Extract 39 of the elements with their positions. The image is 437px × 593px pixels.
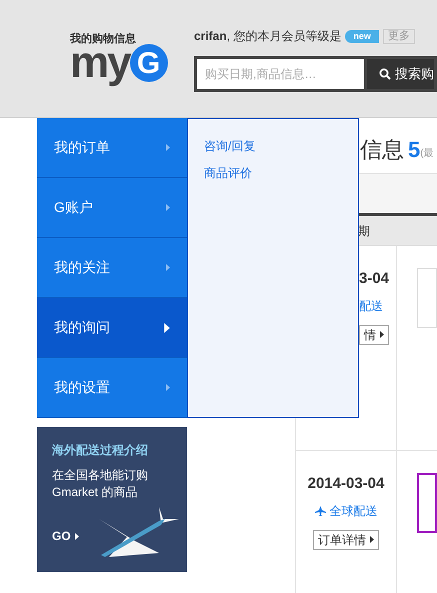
menu-item[interactable]: 我的订单 [37, 118, 187, 178]
promo-title: 海外配送过程介绍 [52, 442, 149, 459]
menu-item[interactable]: 我的询问 [37, 298, 187, 358]
chevron-icon [166, 264, 170, 271]
product-thumbnail [417, 473, 437, 533]
message-count: 5 [408, 139, 420, 161]
promo-banner[interactable]: 海外配送过程介绍 在全国各地能订购 Gmarket 的商品 GO [37, 427, 187, 572]
order-details-button[interactable]: 订单详情 [313, 530, 379, 550]
go-link[interactable]: GO [52, 527, 79, 545]
submenu-link[interactable]: 商品评价 [204, 164, 252, 182]
heading-note: (最 [420, 147, 434, 161]
product-card [417, 268, 437, 328]
submenu-link[interactable]: 咨询/回复 [204, 137, 256, 155]
order-details-button[interactable]: 情 [359, 324, 389, 344]
order-date: 2014-03-04 [308, 474, 384, 494]
menu-item[interactable]: G账户 [37, 178, 187, 238]
order-date: 3-04 [359, 269, 390, 289]
promo-text: 在全国各地能订购 Gmarket 的商品 [52, 467, 149, 501]
chevron-icon [166, 144, 170, 151]
menu-item[interactable]: 我的关注 [37, 238, 187, 298]
airplane-icon [314, 506, 326, 516]
chevron-icon [166, 204, 170, 211]
chevron-icon [164, 322, 170, 332]
caret-icon [380, 331, 384, 338]
menu-item[interactable]: 我的设置 [37, 358, 187, 418]
search-button[interactable]: 搜索购 [364, 56, 437, 92]
caret-icon [370, 536, 374, 543]
member-text: crifan, 您的本月会员等级是 [194, 28, 342, 45]
more-button[interactable]: 更多 [382, 28, 415, 44]
caret-icon [74, 532, 79, 540]
level-badge: new [345, 30, 379, 42]
shipping-link[interactable]: 配送 [359, 296, 383, 314]
logo-badge: G [130, 44, 168, 82]
search-field[interactable]: 购买日期,商品信息… [194, 56, 364, 92]
shipping-link[interactable]: 全球配送 [314, 502, 378, 520]
chevron-icon [166, 384, 170, 391]
column-header: 期 [358, 222, 370, 240]
page-heading: 信息 [360, 139, 404, 161]
search-icon [379, 68, 391, 80]
